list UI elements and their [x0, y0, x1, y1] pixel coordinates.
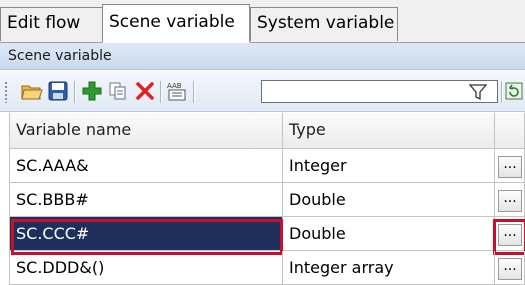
tab-edit-flow[interactable]: Edit flow — [0, 7, 103, 41]
ellipsis-button[interactable]: ... — [498, 156, 522, 178]
delete-icon[interactable] — [133, 79, 157, 103]
copy-icon[interactable] — [106, 79, 130, 103]
tab-strip: Edit flow Scene variable System variable — [0, 0, 525, 43]
column-header-variable-name[interactable]: Variable name — [9, 113, 283, 149]
table-row[interactable]: SC.BBB# Double ... — [0, 183, 525, 217]
toolbar: AAB — [0, 71, 525, 112]
add-icon[interactable] — [80, 79, 104, 103]
tab-system-variable[interactable]: System variable — [250, 7, 398, 41]
type-cell[interactable]: Integer array — [283, 251, 495, 285]
table-row-selected[interactable]: SC.CCC# Double ... — [0, 217, 525, 255]
variable-name-cell[interactable]: SC.BBB# — [9, 183, 283, 217]
type-cell[interactable]: Integer — [283, 149, 495, 183]
svg-text:AAB: AAB — [167, 82, 182, 90]
panel-title: Scene variable — [0, 43, 525, 70]
open-folder-icon[interactable] — [20, 79, 44, 103]
filter-icon[interactable] — [468, 83, 488, 101]
type-cell[interactable]: Double — [283, 183, 495, 217]
tab-scene-variable[interactable]: Scene variable — [102, 4, 250, 43]
filter-input[interactable] — [261, 80, 498, 103]
table-row[interactable]: SC.AAA& Integer ... — [0, 149, 525, 183]
rename-icon[interactable]: AAB — [165, 79, 189, 103]
ellipsis-button[interactable]: ... — [498, 190, 522, 212]
ellipsis-button[interactable]: ... — [498, 258, 522, 280]
table-row[interactable]: SC.DDD&() Integer array ... — [0, 251, 525, 285]
column-header-extra — [495, 113, 525, 149]
ellipsis-button[interactable]: ... — [498, 224, 522, 246]
variable-name-cell[interactable]: SC.CCC# — [9, 217, 283, 251]
save-icon[interactable] — [46, 79, 70, 103]
type-cell[interactable]: Double — [283, 217, 495, 251]
refresh-icon[interactable] — [505, 79, 523, 103]
variable-name-cell[interactable]: SC.AAA& — [9, 149, 283, 183]
variable-name-cell[interactable]: SC.DDD&() — [9, 251, 283, 285]
column-header-type[interactable]: Type — [283, 113, 495, 149]
toolbar-grip[interactable] — [4, 81, 8, 103]
grid-header: Variable name Type — [0, 113, 525, 149]
